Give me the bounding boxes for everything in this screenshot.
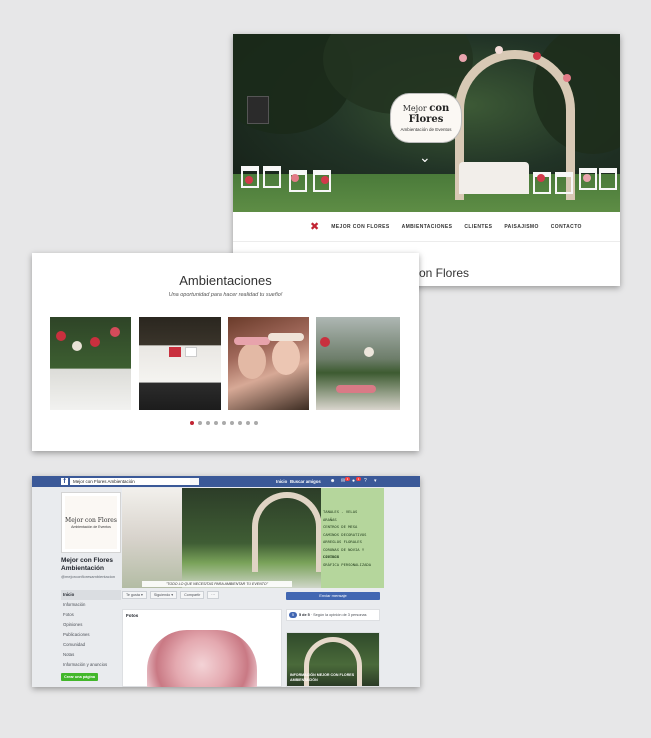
logo-tagline: Ambientación de Eventos [400,127,452,132]
hero-chair [263,166,281,188]
flower [245,176,253,184]
carousel-dot[interactable] [214,421,218,425]
page-actions: Te gusta ▾ Siguiendo ▾ Compartir ··· [122,591,219,599]
facebook-f-icon[interactable]: f [61,478,68,485]
menu-item-comunidad[interactable]: Comunidad [61,640,121,650]
friends-icon[interactable]: ☻ [330,479,335,484]
photo-thumbnail[interactable] [147,630,257,687]
menu-item-opiniones[interactable]: Opiniones [61,620,121,630]
avatar-logo-tagline: Ambientación de Eventos [71,524,111,529]
send-message-button[interactable]: Enviar mensaje [286,592,380,600]
carousel-dot[interactable] [206,421,210,425]
service-item: TANALES - VELAS [323,509,358,514]
site-logo[interactable]: Mejor con Flores Ambientación de Eventos [393,96,459,140]
flower [291,174,299,182]
cover-quote: "TODO LO QUE NECESITAS PARA AMBIENTAR TU… [142,581,292,587]
rating-text: · Según la opinión de 3 personas [309,613,367,617]
flower [533,52,541,60]
hero-table [459,162,529,194]
section-subtitle: Una oportunidad para hacer realidad tu s… [168,292,283,298]
hero-chair [599,168,617,190]
hero-speaker [247,96,269,124]
carousel-dot[interactable] [238,421,242,425]
gallery-photo[interactable] [228,317,309,410]
ambientaciones-screenshot: Ambientaciones Una oportunidad para hace… [32,253,419,451]
avatar-logo-text: Mejor con Flores [65,516,117,524]
carousel-dot[interactable] [254,421,258,425]
gallery-photo[interactable] [50,317,131,410]
gallery-photo[interactable] [139,317,221,410]
site-navbar: ✖ MEJOR CON FLORES AMBIENTACIONES CLIENT… [233,212,620,242]
hero-image: Mejor con Flores Ambientación de Eventos… [233,34,620,212]
carousel-dot[interactable] [198,421,202,425]
section-heading: on Flores [419,266,470,280]
nav-item-ambientaciones[interactable]: AMBIENTACIONES [402,224,453,230]
cover-photo[interactable]: TANALES - VELAS ARAÑAS CENTROS DE MESA C… [122,488,384,588]
service-item: CORONAS DE NOVIA Y CORTEJO [323,546,365,560]
hero-chair [555,172,573,194]
section-title: Ambientaciones [179,273,272,288]
chevron-down-icon[interactable]: ⌄ [419,150,431,164]
service-item: CENTROS DE MESA [323,524,358,529]
top-link-inicio[interactable]: Inicio [276,478,287,485]
cover-services-list: TANALES - VELAS ARAÑAS CENTROS DE MESA C… [323,508,381,568]
x-logo-icon[interactable]: ✖ [310,220,319,233]
cover-collage [122,488,182,588]
flower [563,74,571,82]
album-caption: INFORMACIÓN MEJOR CON FLORES AMBIENTACIÓ… [290,673,355,682]
nav-item-paisajismo[interactable]: PAISAJISMO [504,224,538,230]
rating-score: 5 [289,612,297,618]
service-item: ARAÑAS [323,516,337,522]
top-link-buscar-amigos[interactable]: Buscar amigos [290,478,321,485]
carousel-dot[interactable] [230,421,234,425]
share-button[interactable]: Compartir [180,591,205,599]
menu-item-notas[interactable]: Notas [61,650,121,660]
facebook-page-screenshot: f Mejor con Flores Ambientación Inicio B… [32,476,420,687]
flower [459,54,467,62]
search-icon[interactable] [190,478,199,485]
logo-text: Mejor [402,104,430,113]
menu-item-publicaciones[interactable]: Publicaciones [61,630,121,640]
service-item: LIVINGS [323,554,340,559]
nav-item-clientes[interactable]: CLIENTES [464,224,492,230]
search-input[interactable]: Mejor con Flores Ambientación [70,478,190,485]
page-menu: Inicio Información Fotos Opiniones Publi… [61,590,121,670]
like-button[interactable]: Te gusta ▾ [122,591,147,599]
menu-item-informacion[interactable]: Información [61,600,121,610]
carousel-dot[interactable] [190,421,194,425]
page-handle: @mejorconfloresambientacion [61,574,116,579]
service-item: ARREGLOS FLORALES [323,539,362,544]
notifications-badge: 1 [356,477,361,481]
flower [495,46,503,54]
more-button[interactable]: ··· [207,591,219,599]
gallery-photo[interactable] [316,317,400,410]
help-icon[interactable]: ? [364,479,369,484]
rating-value: 5 de 5 [299,613,310,617]
chevron-down-icon[interactable]: ▾ [374,479,379,484]
website-screenshot: Mejor con Flores Ambientación de Eventos… [233,34,620,286]
flower [537,174,545,182]
menu-item-informacion-y-anuncios[interactable]: Información y anuncios [61,660,121,670]
photos-header[interactable]: Fotos [123,610,281,621]
create-page-button[interactable]: Crear una página [61,673,98,681]
menu-item-inicio[interactable]: Inicio [61,590,121,600]
carousel-dot[interactable] [222,421,226,425]
cover-flower-arch [252,492,322,572]
menu-item-fotos[interactable]: Fotos [61,610,121,620]
avatar[interactable]: Mejor con Flores Ambientación de Eventos [61,492,121,553]
messages-badge: 1 [345,477,350,481]
rating-summary[interactable]: 5 5 de 5 · Según la opinión de 3 persona… [286,609,380,621]
nav-item-contacto[interactable]: CONTACTO [551,224,582,230]
nav-item-mejor-con-flores[interactable]: MEJOR CON FLORES [331,224,389,230]
service-item: GRÁFICA PERSONALIZADA [323,561,372,567]
photos-panel: Fotos [122,609,282,687]
follow-button[interactable]: Siguiendo ▾ [149,591,178,599]
flower [321,176,329,184]
carousel-dot[interactable] [246,421,250,425]
album-thumbnail[interactable]: INFORMACIÓN MEJOR CON FLORES AMBIENTACIÓ… [286,632,380,687]
flower [583,174,591,182]
service-item: CAMINOS DECORATIVOS [323,531,367,537]
